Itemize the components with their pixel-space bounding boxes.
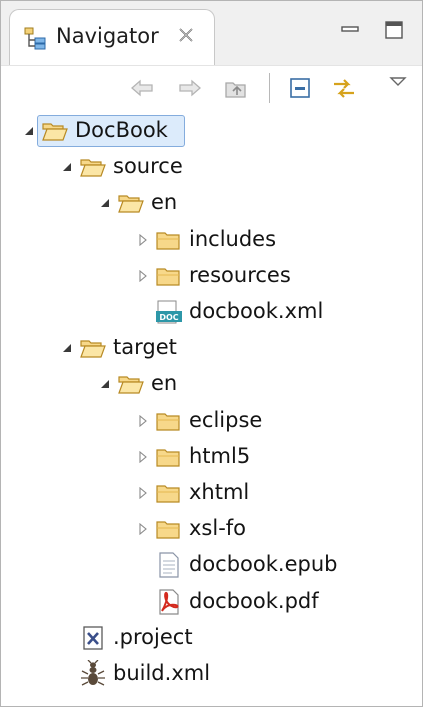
tree-item-label: html5 (189, 443, 251, 468)
folder-icon (156, 231, 180, 250)
collapsed-arrow-icon[interactable] (137, 450, 149, 463)
tree-item-label: docbook.xml (189, 299, 324, 323)
collapsed-arrow-icon[interactable] (137, 487, 149, 499)
tree-item[interactable]: build.xml (1, 656, 422, 692)
folder-open-icon (42, 123, 68, 141)
ant-build-icon (81, 660, 105, 686)
text-file-icon (159, 552, 179, 578)
collapsed-arrow-icon[interactable] (137, 523, 149, 536)
tree-item-label: .project (113, 624, 193, 649)
tree-item[interactable]: includes (1, 222, 422, 258)
tree-item-label: en (151, 371, 178, 396)
tree-item[interactable]: xsl-fo (1, 511, 422, 547)
xml-file-icon (83, 626, 103, 650)
view-toolbar (1, 65, 422, 109)
minimize-icon[interactable] (339, 19, 361, 41)
tree-item-label: xsl-fo (189, 516, 247, 541)
tab-label: Navigator (56, 24, 159, 48)
link-with-editor-icon[interactable] (331, 75, 357, 101)
tree-item[interactable]: target (1, 330, 422, 366)
tree-item-label: docbook.epub (189, 552, 338, 577)
toolbar-separator (269, 73, 270, 103)
tree-item-label: en (151, 190, 178, 215)
navigator-view: Navigator DocBook source en includes res… (0, 0, 423, 707)
tree-item-label: source (113, 154, 183, 179)
go-up-folder-icon[interactable] (223, 75, 249, 101)
expanded-arrow-icon[interactable] (61, 342, 73, 354)
folder-icon (156, 268, 180, 286)
maximize-icon[interactable] (383, 19, 405, 41)
folder-open-icon (80, 159, 106, 177)
tree-item[interactable]: resources (1, 258, 422, 294)
pdf-file-icon (159, 588, 179, 615)
view-menu-icon[interactable] (385, 69, 411, 95)
folder-open-icon (80, 340, 106, 358)
view-tab-bar: Navigator (1, 1, 422, 66)
tree-item[interactable]: .project (1, 620, 422, 656)
tree-item-label: resources (189, 262, 291, 287)
expanded-arrow-icon[interactable] (61, 161, 73, 173)
folder-icon (156, 521, 180, 539)
expanded-arrow-icon[interactable] (99, 378, 111, 390)
back-arrow-icon[interactable] (129, 75, 155, 101)
svg-text:DOC: DOC (159, 313, 178, 322)
tree-item[interactable]: DOC docbook.xml (1, 294, 422, 330)
expanded-arrow-icon[interactable] (23, 125, 35, 137)
navigator-icon (24, 27, 46, 50)
tree-item-label: build.xml (113, 661, 211, 685)
folder-icon (156, 412, 180, 431)
docbook-file-icon: DOC (156, 300, 182, 324)
tree-item[interactable]: en (1, 366, 422, 402)
collapsed-arrow-icon[interactable] (137, 414, 149, 427)
expanded-arrow-icon[interactable] (99, 197, 111, 209)
tree-item[interactable]: source (1, 149, 422, 185)
tree-item[interactable]: docbook.pdf (1, 584, 422, 620)
tree-item[interactable]: docbook.epub (1, 547, 422, 583)
forward-arrow-icon[interactable] (177, 75, 203, 101)
tree-item-label: xhtml (189, 480, 250, 504)
folder-icon (156, 485, 180, 503)
tree-item-label: target (113, 335, 177, 360)
tree-item[interactable]: html5 (1, 439, 422, 475)
tree-item-label: eclipse (189, 407, 263, 432)
collapse-all-icon[interactable] (287, 75, 313, 101)
tab-navigator[interactable]: Navigator (9, 9, 215, 65)
tree-item[interactable]: eclipse (1, 403, 422, 439)
collapsed-arrow-icon[interactable] (137, 233, 149, 246)
folder-open-icon (118, 195, 144, 213)
tree-item-label: includes (189, 226, 277, 251)
tree-item[interactable]: xhtml (1, 475, 422, 511)
folder-open-icon (118, 376, 144, 394)
folder-icon (156, 449, 180, 467)
tree-item-label: DocBook (75, 118, 168, 142)
tree-item[interactable]: en (1, 185, 422, 221)
close-icon[interactable] (176, 25, 196, 45)
tree-item-label: docbook.pdf (189, 588, 319, 613)
collapsed-arrow-icon[interactable] (137, 269, 149, 282)
tree-item[interactable]: DocBook (1, 113, 422, 149)
